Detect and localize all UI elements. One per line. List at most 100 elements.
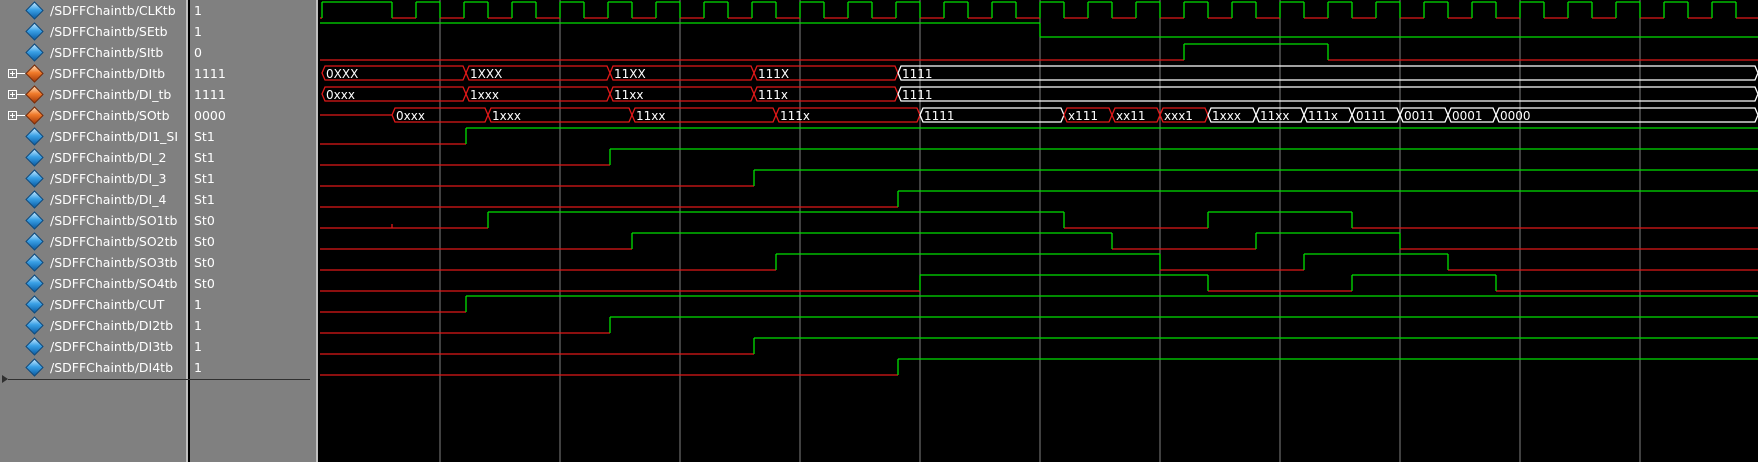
signal-name[interactable]: /SDFFChaintb/SItb [50, 42, 163, 63]
bus-value-label: 1111 [902, 67, 933, 81]
signal-value: St0 [194, 255, 215, 270]
signal-row[interactable]: /SDFFChaintb/SO3tb [0, 252, 186, 273]
signal-name[interactable]: /SDFFChaintb/SOtb [50, 105, 170, 126]
signal-name[interactable]: /SDFFChaintb/SO2tb [50, 231, 177, 252]
bus-value-label: 1111 [902, 88, 933, 102]
signal-row[interactable]: /SDFFChaintb/SO1tb [0, 210, 186, 231]
signal-value-row[interactable]: 1 [190, 0, 316, 21]
bus-value-label: 0xxx [396, 109, 425, 123]
bus-value-label: 111x [1308, 109, 1338, 123]
blue-diamond-icon [25, 169, 44, 188]
signal-name[interactable]: /SDFFChaintb/SO4tb [50, 273, 177, 294]
signal-name[interactable]: /SDFFChaintb/DI2tb [50, 315, 173, 336]
signal-value-row[interactable]: 1 [190, 315, 316, 336]
signal-row[interactable]: /SDFFChaintb/DI3tb [0, 336, 186, 357]
bus-value-label: 1xxx [470, 88, 499, 102]
bus-value-label: 1111 [924, 109, 955, 123]
tree-connector [17, 115, 25, 116]
signal-name[interactable]: /SDFFChaintb/DI_3 [50, 168, 166, 189]
signal-name[interactable]: /SDFFChaintb/DI1_SI [50, 126, 178, 147]
signal-value-row[interactable]: 0 [190, 42, 316, 63]
signal-value-row[interactable]: St1 [190, 147, 316, 168]
bus-value-label: 0xxx [326, 88, 355, 102]
signal-value: 0 [194, 45, 202, 60]
signal-row[interactable]: /SDFFChaintb/SO2tb [0, 231, 186, 252]
signal-row[interactable]: /SDFFChaintb/DItb [0, 63, 186, 84]
signal-value: 1 [194, 360, 202, 375]
signal-value: St0 [194, 276, 215, 291]
signal-row[interactable]: /SDFFChaintb/SItb [0, 42, 186, 63]
signal-name[interactable]: /SDFFChaintb/SO3tb [50, 252, 177, 273]
signal-value: 1 [194, 3, 202, 18]
signal-value-row[interactable]: St1 [190, 126, 316, 147]
blue-diamond-icon [25, 232, 44, 251]
waveform-canvas[interactable]: 0XXX 1XXX 11XX 111X 1111 0xxx 1xxx 11xx 111x 1111… [320, 0, 1758, 462]
bus-value-label: 111x [758, 88, 788, 102]
bus-value-label: 11XX [614, 67, 646, 81]
signal-row[interactable]: /SDFFChaintb/DI_2 [0, 147, 186, 168]
signal-name[interactable]: /SDFFChaintb/DItb [50, 63, 165, 84]
orange-diamond-icon [25, 85, 44, 104]
signal-value-row[interactable]: St1 [190, 168, 316, 189]
signal-value-row[interactable]: 1 [190, 336, 316, 357]
signal-value-row[interactable]: 0000 [190, 105, 316, 126]
signal-value: 1 [194, 24, 202, 39]
cursor-marker-icon[interactable] [2, 375, 8, 383]
signal-value-row[interactable]: 1 [190, 357, 316, 378]
signal-value-row[interactable]: 1 [190, 294, 316, 315]
signal-value-row[interactable]: St0 [190, 231, 316, 252]
signal-value-row[interactable]: 1111 [190, 63, 316, 84]
blue-diamond-icon [25, 337, 44, 356]
signal-row[interactable]: /SDFFChaintb/SOtb [0, 105, 186, 126]
signal-row[interactable]: /SDFFChaintb/SEtb [0, 21, 186, 42]
signal-value: 1 [194, 339, 202, 354]
signal-name[interactable]: /SDFFChaintb/DI3tb [50, 336, 173, 357]
signal-value-row[interactable]: 1111 [190, 84, 316, 105]
waveform-area[interactable]: 0XXX 1XXX 11XX 111X 1111 0xxx 1xxx 11xx 111x 1111… [320, 0, 1758, 462]
signal-value: St1 [194, 150, 215, 165]
tree-connector [17, 94, 25, 95]
signal-row[interactable]: /SDFFChaintb/CUT [0, 294, 186, 315]
signal-name[interactable]: /SDFFChaintb/CUT [50, 294, 164, 315]
blue-diamond-icon [25, 22, 44, 41]
bus-value-label: 0001 [1452, 109, 1483, 123]
tree-connector [17, 73, 25, 74]
signal-row[interactable]: /SDFFChaintb/DI_4 [0, 189, 186, 210]
blue-diamond-icon [25, 148, 44, 167]
signal-name[interactable]: /SDFFChaintb/DI_2 [50, 147, 166, 168]
signal-value-row[interactable]: St1 [190, 189, 316, 210]
blue-diamond-icon [25, 190, 44, 209]
cursor-divider[interactable] [8, 379, 310, 380]
signal-value-row[interactable]: St0 [190, 252, 316, 273]
signal-value-row[interactable]: St0 [190, 210, 316, 231]
bus-value-label: 0XXX [326, 67, 358, 81]
expand-plus-icon[interactable] [8, 90, 17, 99]
signal-value-row[interactable]: 1 [190, 21, 316, 42]
signal-row[interactable]: /SDFFChaintb/CLKtb [0, 0, 186, 21]
bus-value-label: 0000 [1500, 109, 1531, 123]
signal-row[interactable]: /SDFFChaintb/DI1_SI [0, 126, 186, 147]
signal-value-row[interactable]: St0 [190, 273, 316, 294]
signal-name[interactable]: /SDFFChaintb/SO1tb [50, 210, 177, 231]
signal-value: St1 [194, 171, 215, 186]
expand-plus-icon[interactable] [8, 69, 17, 78]
signal-row[interactable]: /SDFFChaintb/SO4tb [0, 273, 186, 294]
blue-diamond-icon [25, 358, 44, 377]
blue-diamond-icon [25, 253, 44, 272]
signal-name[interactable]: /SDFFChaintb/CLKtb [50, 0, 176, 21]
bus-value-label: 0111 [1356, 109, 1387, 123]
signal-row[interactable]: /SDFFChaintb/DI2tb [0, 315, 186, 336]
signal-value: 0000 [194, 108, 226, 123]
signal-name[interactable]: /SDFFChaintb/DI4tb [50, 357, 173, 378]
expand-plus-icon[interactable] [8, 111, 17, 120]
signal-name[interactable]: /SDFFChaintb/DI_tb [50, 84, 171, 105]
signal-name[interactable]: /SDFFChaintb/SEtb [50, 21, 168, 42]
bus-segment [897, 86, 1758, 102]
blue-diamond-icon [25, 316, 44, 335]
bus-value-label: 0011 [1404, 109, 1435, 123]
signal-row[interactable]: /SDFFChaintb/DI_tb [0, 84, 186, 105]
orange-diamond-icon [25, 64, 44, 83]
signal-name[interactable]: /SDFFChaintb/DI_4 [50, 189, 166, 210]
signal-row[interactable]: /SDFFChaintb/DI4tb [0, 357, 186, 378]
signal-row[interactable]: /SDFFChaintb/DI_3 [0, 168, 186, 189]
